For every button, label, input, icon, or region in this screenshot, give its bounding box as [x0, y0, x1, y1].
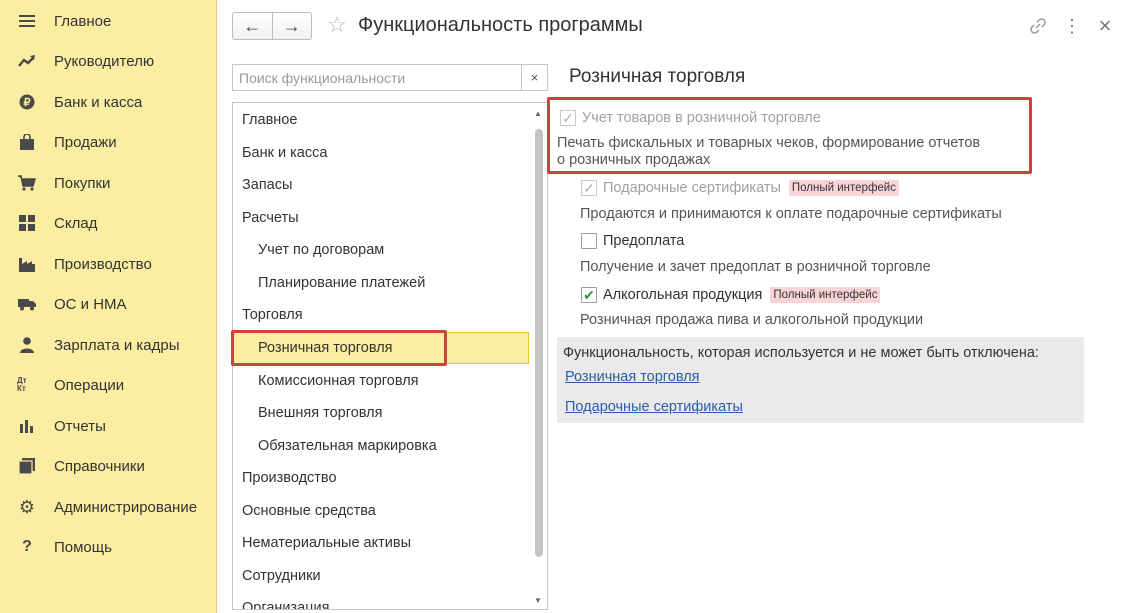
sidebar-item-label: Операции [54, 376, 125, 394]
scroll-thumb[interactable] [535, 129, 543, 557]
link-retail-trade[interactable]: Розничная торговля [565, 369, 700, 385]
svg-text:₽: ₽ [24, 97, 31, 109]
more-menu-icon[interactable]: ⋮ [1062, 16, 1082, 36]
cart-icon [17, 173, 37, 193]
sidebar-item-label: Банк и касса [54, 93, 143, 111]
sidebar-item-label: Производство [54, 255, 152, 273]
tree-item[interactable]: Главное [233, 104, 529, 136]
checkbox-retail-accounting[interactable]: ✓ [560, 110, 576, 126]
tree-item[interactable]: Основные средства [233, 495, 529, 527]
tree-item[interactable]: Планирование платежей [233, 267, 529, 299]
option-gift-certificates[interactable]: ✓ Подарочные сертификаты Полный интерфей… [581, 180, 899, 196]
option-prepayment[interactable]: Предоплата [581, 233, 684, 249]
tree-item[interactable]: Обязательная маркировка [233, 430, 529, 462]
checkbox-alcohol[interactable]: ✔ [581, 287, 597, 303]
search-box: × [232, 64, 548, 91]
bar-chart-icon [17, 416, 37, 436]
option-label: Алкогольная продукция [603, 287, 763, 303]
factory-icon [17, 254, 37, 274]
books-icon [17, 456, 37, 476]
sidebar-item-label: Справочники [54, 457, 145, 475]
question-icon: ? [22, 538, 32, 555]
option-label: Подарочные сертификаты [603, 180, 781, 196]
sidebar-item-label: Склад [54, 214, 98, 232]
scroll-up-arrow-icon[interactable]: ▲ [534, 109, 542, 118]
option-description: Печать фискальных и товарных чеков, форм… [557, 135, 981, 168]
non-disableable-info-box: Функциональность, которая используется и… [557, 337, 1084, 423]
sidebar-item-warehouse[interactable]: Склад [0, 203, 216, 243]
shopping-bag-icon [17, 132, 37, 152]
favorite-star-icon[interactable]: ☆ [327, 13, 347, 37]
scroll-down-arrow-icon[interactable]: ▼ [534, 596, 542, 605]
section-title: Розничная торговля [569, 66, 746, 87]
full-interface-badge: Полный интерфейс [788, 180, 899, 196]
tree-item[interactable]: Внешняя торговля [233, 397, 529, 429]
sidebar-item-salary[interactable]: Зарплата и кадры [0, 325, 216, 365]
close-icon[interactable]: × [1095, 13, 1115, 38]
trend-icon [17, 51, 37, 71]
clear-search-button[interactable]: × [521, 65, 547, 90]
sidebar-item-label: Отчеты [54, 417, 106, 435]
sidebar-item-production[interactable]: Производство [0, 244, 216, 284]
sidebar-item-label: Администрирование [54, 498, 198, 516]
sidebar-item-main[interactable]: Главное [0, 1, 216, 41]
sidebar-item-operations[interactable]: Дт Кт Операции [0, 365, 216, 405]
option-label: Предоплата [603, 233, 685, 249]
sidebar-item-label: Главное [54, 12, 112, 30]
link-gift-certificates[interactable]: Подарочные сертификаты [565, 399, 743, 415]
back-button[interactable]: ← [233, 13, 272, 39]
tree-item[interactable]: Расчеты [233, 202, 529, 234]
option-label: Учет товаров в розничной торговле [582, 110, 821, 126]
option-description: Продаются и принимаются к оплате подароч… [580, 206, 1002, 222]
person-icon [17, 335, 37, 355]
sidebar: Главное Руководителю ₽ Банк и касса Прод… [0, 0, 217, 613]
sidebar-item-help[interactable]: ? Помощь [0, 527, 216, 567]
search-input[interactable] [233, 65, 521, 90]
sidebar-item-fixed-assets[interactable]: ОС и НМА [0, 284, 216, 324]
sidebar-item-label: ОС и НМА [54, 295, 127, 313]
sidebar-item-sales[interactable]: Продажи [0, 122, 216, 162]
tree-item[interactable]: Банк и касса [233, 137, 529, 169]
page-title: Функциональность программы [358, 14, 643, 36]
tree-item-selected[interactable]: Розничная торговля [233, 332, 529, 364]
tree-item[interactable]: Комиссионная торговля [233, 365, 529, 397]
tree-item[interactable]: Организация [233, 592, 529, 609]
tree-item[interactable]: Производство [233, 462, 529, 494]
sidebar-item-directories[interactable]: Справочники [0, 446, 216, 486]
option-description: Получение и зачет предоплат в розничной … [580, 259, 931, 275]
checkbox-prepayment[interactable] [581, 233, 597, 249]
sidebar-item-label: Зарплата и кадры [54, 336, 180, 354]
checkbox-gift-certificates[interactable]: ✓ [581, 180, 597, 196]
info-text: Функциональность, которая используется и… [563, 345, 1039, 361]
forward-button[interactable]: → [271, 13, 312, 39]
tree-item[interactable]: Учет по договорам [233, 234, 529, 266]
sidebar-item-purchases[interactable]: Покупки [0, 163, 216, 203]
menu-icon [17, 11, 37, 31]
option-retail-accounting[interactable]: ✓ Учет товаров в розничной торговле [560, 110, 821, 126]
link-icon[interactable] [1028, 16, 1048, 36]
truck-icon [17, 294, 37, 314]
functionality-tree: Главное Банк и касса Запасы Расчеты Учет… [232, 102, 548, 610]
dt-kt-icon: Дт Кт [17, 376, 27, 393]
tree-item[interactable]: Торговля [233, 299, 529, 331]
sidebar-item-label: Покупки [54, 174, 111, 192]
tree-scrollbar[interactable]: ▲ ▼ [531, 103, 547, 609]
sidebar-item-label: Продажи [54, 133, 117, 151]
option-description: Розничная продажа пива и алкогольной про… [580, 312, 924, 328]
navigation-buttons: ← → [232, 12, 312, 40]
option-alcohol[interactable]: ✔ Алкогольная продукция Полный интерфейс [581, 287, 881, 303]
sidebar-item-label: Руководителю [54, 52, 155, 70]
tree-item[interactable]: Сотрудники [233, 560, 529, 592]
sidebar-item-label: Помощь [54, 538, 112, 556]
tree-item[interactable]: Нематериальные активы [233, 527, 529, 559]
sidebar-item-reports[interactable]: Отчеты [0, 406, 216, 446]
warehouse-icon [17, 213, 37, 233]
full-interface-badge: Полный интерфейс [770, 287, 881, 303]
sidebar-item-manager[interactable]: Руководителю [0, 41, 216, 81]
sidebar-item-administration[interactable]: ⚙ Администрирование [0, 487, 216, 527]
tree-item[interactable]: Запасы [233, 169, 529, 201]
sidebar-item-bank[interactable]: ₽ Банк и касса [0, 82, 216, 122]
gear-icon: ⚙ [18, 496, 36, 517]
ruble-coin-icon: ₽ [17, 92, 37, 112]
